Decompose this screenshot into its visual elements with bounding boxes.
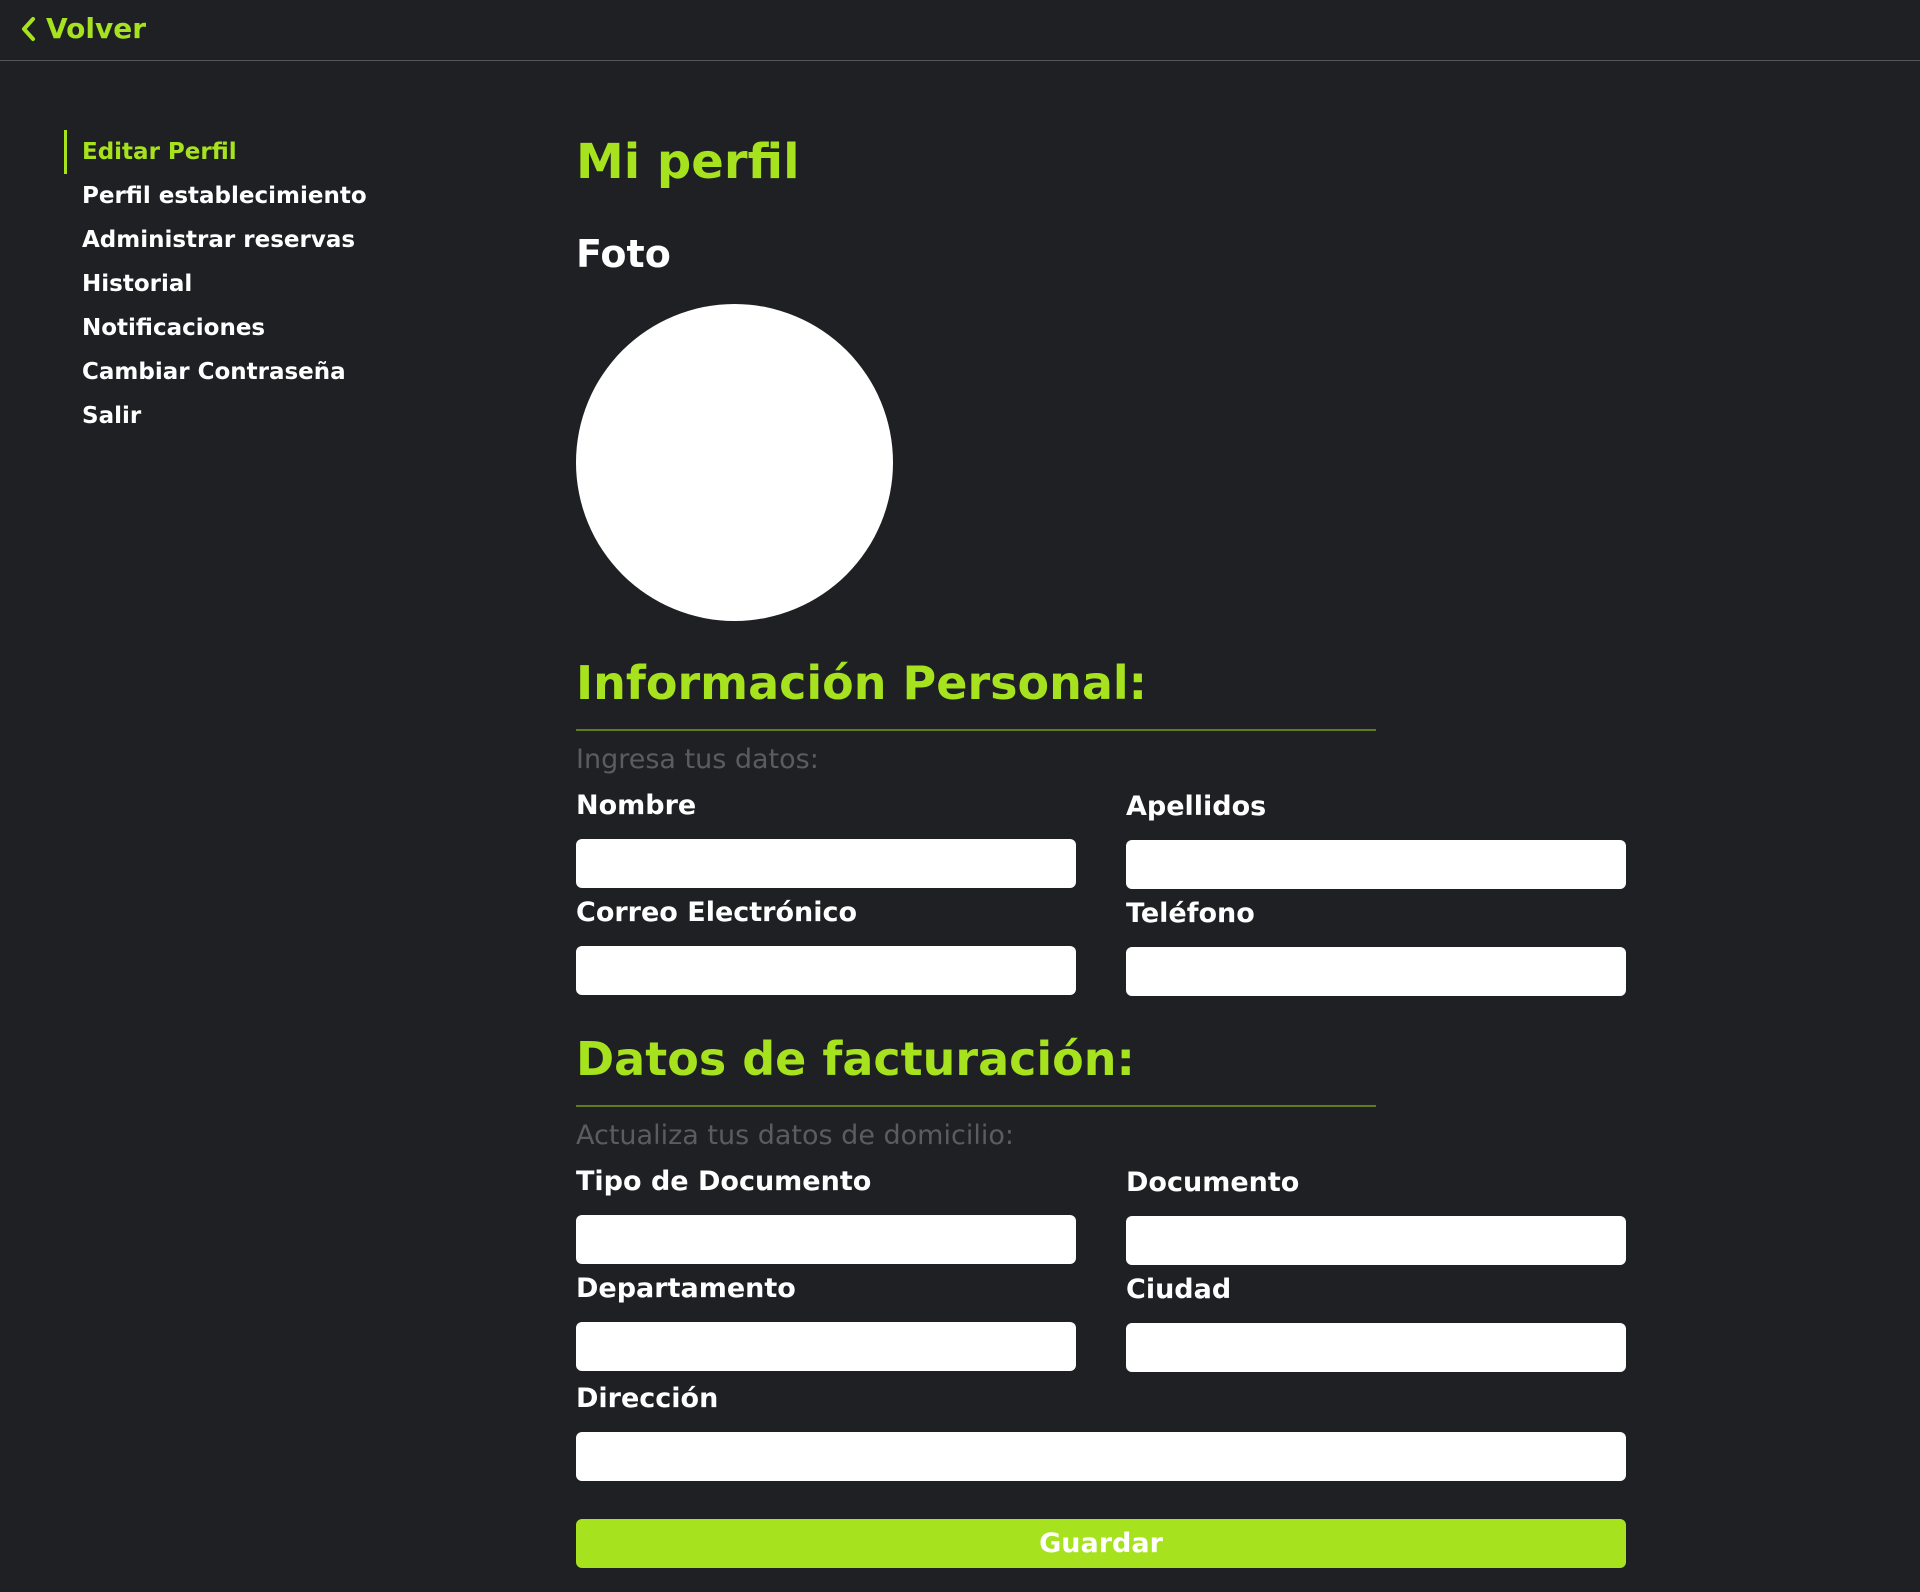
tipo-documento-field[interactable] bbox=[576, 1215, 1076, 1264]
departamento-label: Departamento bbox=[576, 1273, 796, 1304]
top-bar: Volver bbox=[0, 0, 1920, 61]
email-field[interactable] bbox=[576, 946, 1076, 995]
personal-info-title: Información Personal: bbox=[576, 656, 1148, 710]
sidebar-item-administrar-reservas[interactable]: Administrar reservas bbox=[64, 218, 424, 262]
documento-label: Documento bbox=[1126, 1167, 1300, 1198]
tipo-documento-label: Tipo de Documento bbox=[576, 1166, 872, 1197]
back-button[interactable]: Volver bbox=[20, 12, 146, 45]
ciudad-field[interactable] bbox=[1126, 1323, 1626, 1372]
personal-info-divider bbox=[576, 729, 1376, 731]
sidebar-item-historial[interactable]: Historial bbox=[64, 262, 424, 306]
sidebar-item-salir[interactable]: Salir bbox=[64, 394, 424, 438]
direccion-field[interactable] bbox=[576, 1432, 1626, 1481]
ciudad-label: Ciudad bbox=[1126, 1274, 1232, 1305]
apellidos-label: Apellidos bbox=[1126, 791, 1267, 822]
back-label: Volver bbox=[46, 12, 147, 45]
correo-label: Correo Electrónico bbox=[576, 897, 858, 928]
direccion-label: Dirección bbox=[576, 1383, 719, 1414]
chevron-left-icon bbox=[20, 16, 36, 42]
departamento-field[interactable] bbox=[576, 1322, 1076, 1371]
telefono-label: Teléfono bbox=[1126, 898, 1255, 929]
apellidos-field[interactable] bbox=[1126, 840, 1626, 889]
sidebar-nav: Editar Perfil Perfil establecimiento Adm… bbox=[64, 130, 424, 438]
save-button[interactable]: Guardar bbox=[576, 1519, 1626, 1568]
sidebar-item-cambiar-contrasena[interactable]: Cambiar Contraseña bbox=[64, 350, 424, 394]
sidebar-item-perfil-establecimiento[interactable]: Perfil establecimiento bbox=[64, 174, 424, 218]
sidebar-item-editar-perfil[interactable]: Editar Perfil bbox=[64, 130, 424, 174]
telefono-field[interactable] bbox=[1126, 947, 1626, 996]
documento-field[interactable] bbox=[1126, 1216, 1626, 1265]
nombre-field[interactable] bbox=[576, 839, 1076, 888]
photo-label: Foto bbox=[576, 232, 671, 276]
page-title: Mi perfil bbox=[576, 134, 800, 190]
sidebar-item-notificaciones[interactable]: Notificaciones bbox=[64, 306, 424, 350]
avatar[interactable] bbox=[576, 304, 893, 621]
nombre-label: Nombre bbox=[576, 790, 697, 821]
billing-title: Datos de facturación: bbox=[576, 1032, 1135, 1086]
billing-divider bbox=[576, 1105, 1376, 1107]
personal-info-subtitle: Ingresa tus datos: bbox=[576, 744, 819, 775]
billing-subtitle: Actualiza tus datos de domicilio: bbox=[576, 1120, 1014, 1151]
